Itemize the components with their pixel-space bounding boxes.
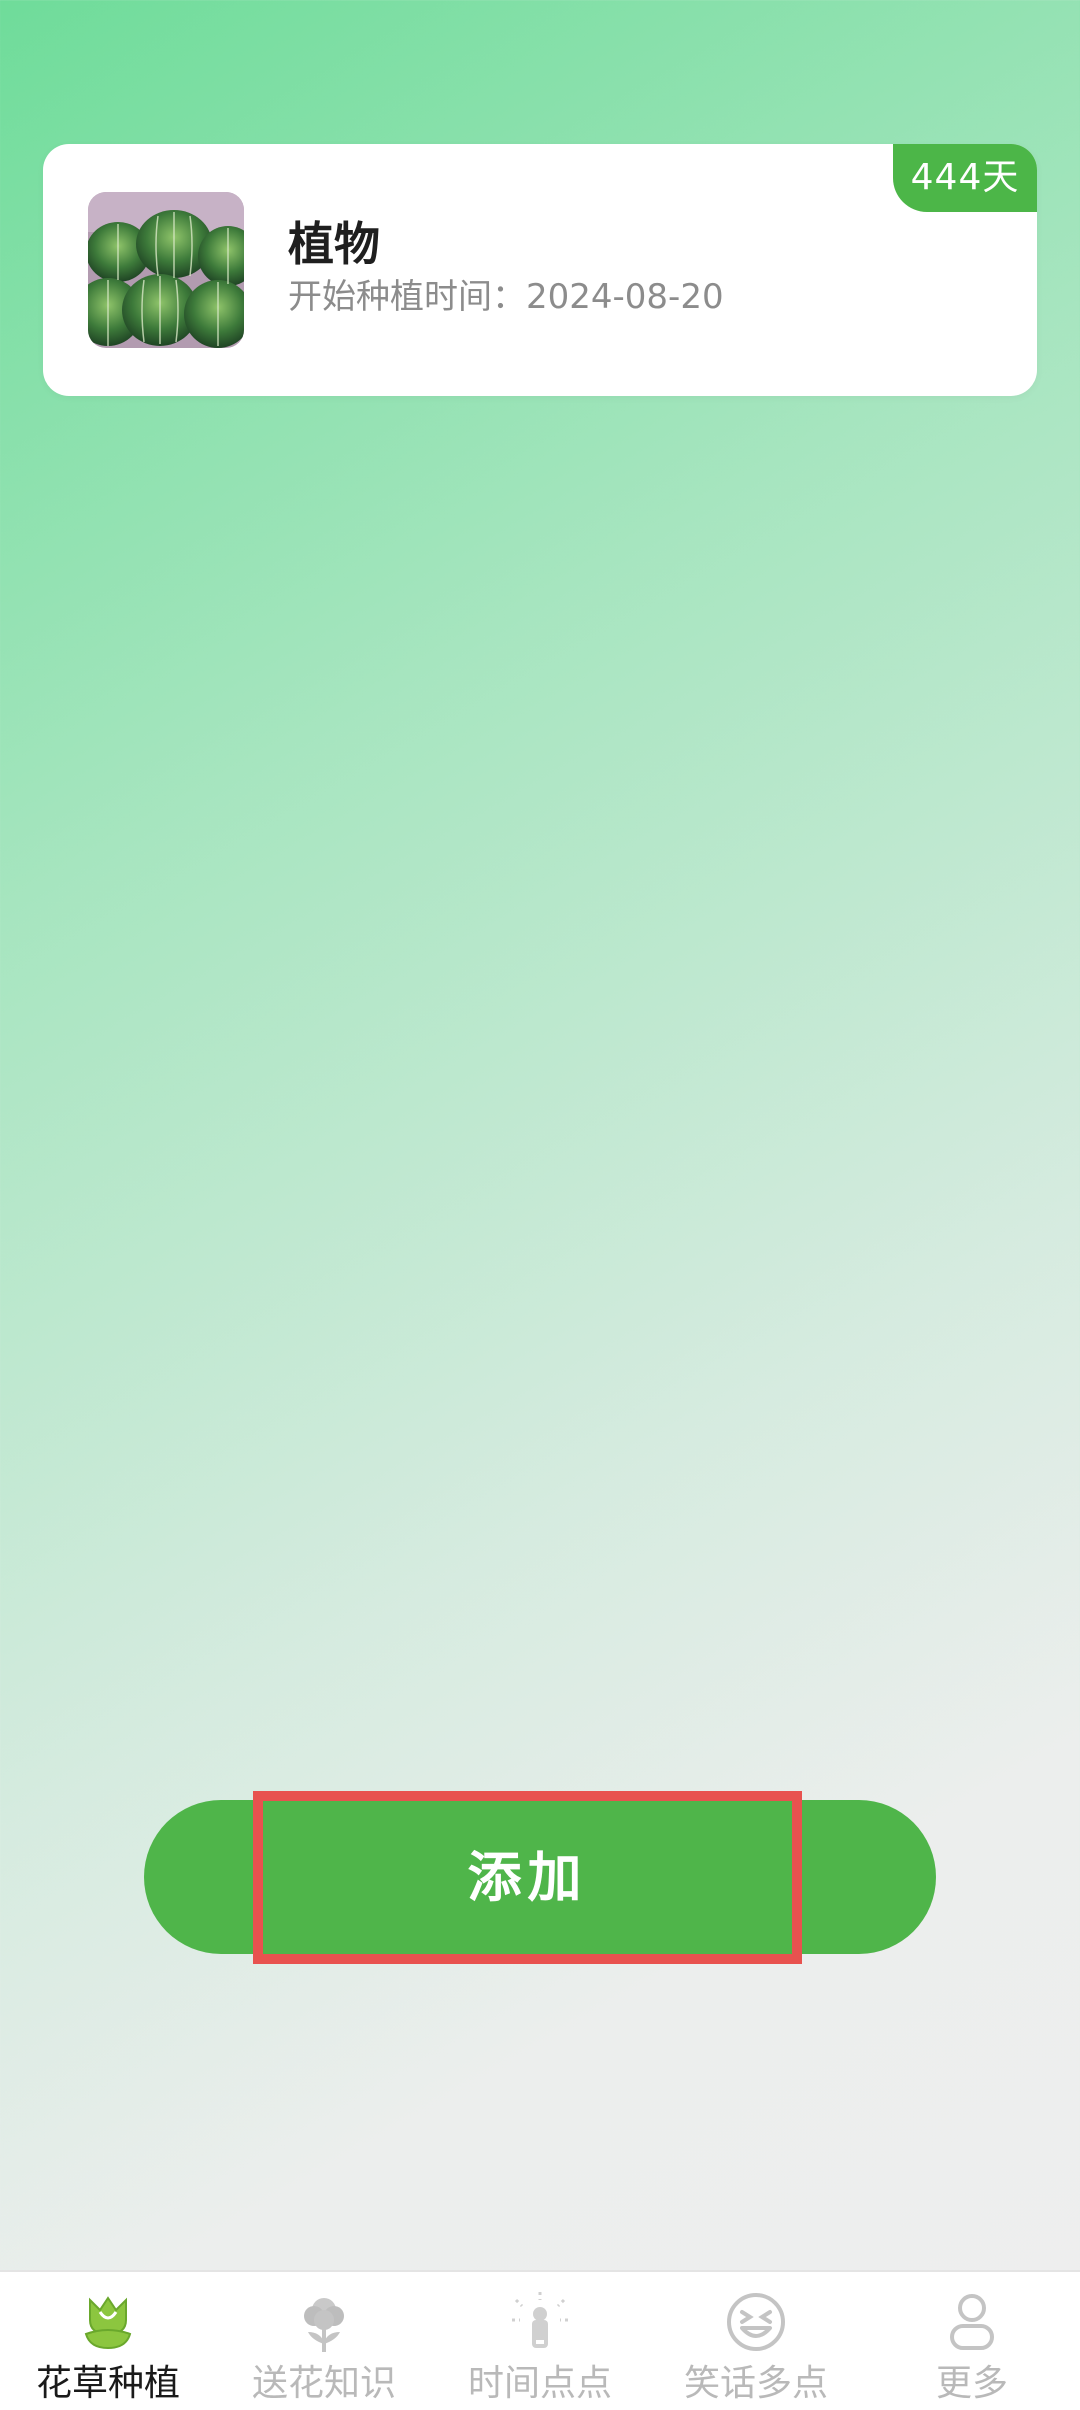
- plant-list-screen: 植物 开始种植时间：2024-08-20 444天 添加 花草种植 送花知识 时…: [0, 0, 1080, 2410]
- bottom-nav: 花草种植 送花知识 时间点点 笑话多点 更多: [0, 2270, 1080, 2410]
- tab-flower-planting[interactable]: 花草种植: [0, 2272, 216, 2410]
- tab-label: 笑话多点: [683, 2363, 828, 2404]
- tab-label: 送花知识: [251, 2363, 396, 2404]
- tab-time-points[interactable]: 时间点点: [432, 2272, 648, 2410]
- days-badge: 444天: [893, 144, 1037, 212]
- add-button[interactable]: 添加: [253, 1791, 802, 1964]
- cactus-photo-icon: [88, 192, 244, 348]
- plant-thumbnail: [88, 192, 244, 348]
- tab-label: 花草种植: [35, 2363, 180, 2404]
- tab-label: 时间点点: [467, 2363, 612, 2404]
- plant-name: 植物: [288, 217, 380, 271]
- tab-jokes[interactable]: 笑话多点: [648, 2272, 864, 2410]
- tab-flower-knowledge[interactable]: 送花知识: [216, 2272, 432, 2410]
- laugh-face-icon: [727, 2293, 785, 2351]
- tulip-icon: [84, 2296, 132, 2350]
- tab-more[interactable]: 更多: [864, 2272, 1080, 2410]
- flower-icon: [304, 2298, 344, 2352]
- tab-label: 更多: [935, 2363, 1008, 2404]
- plant-card[interactable]: 植物 开始种植时间：2024-08-20 444天: [43, 144, 1037, 396]
- person-icon: [950, 2294, 994, 2350]
- plant-start-date: 开始种植时间：2024-08-20: [288, 277, 724, 317]
- clock-touch-icon: [512, 2292, 568, 2348]
